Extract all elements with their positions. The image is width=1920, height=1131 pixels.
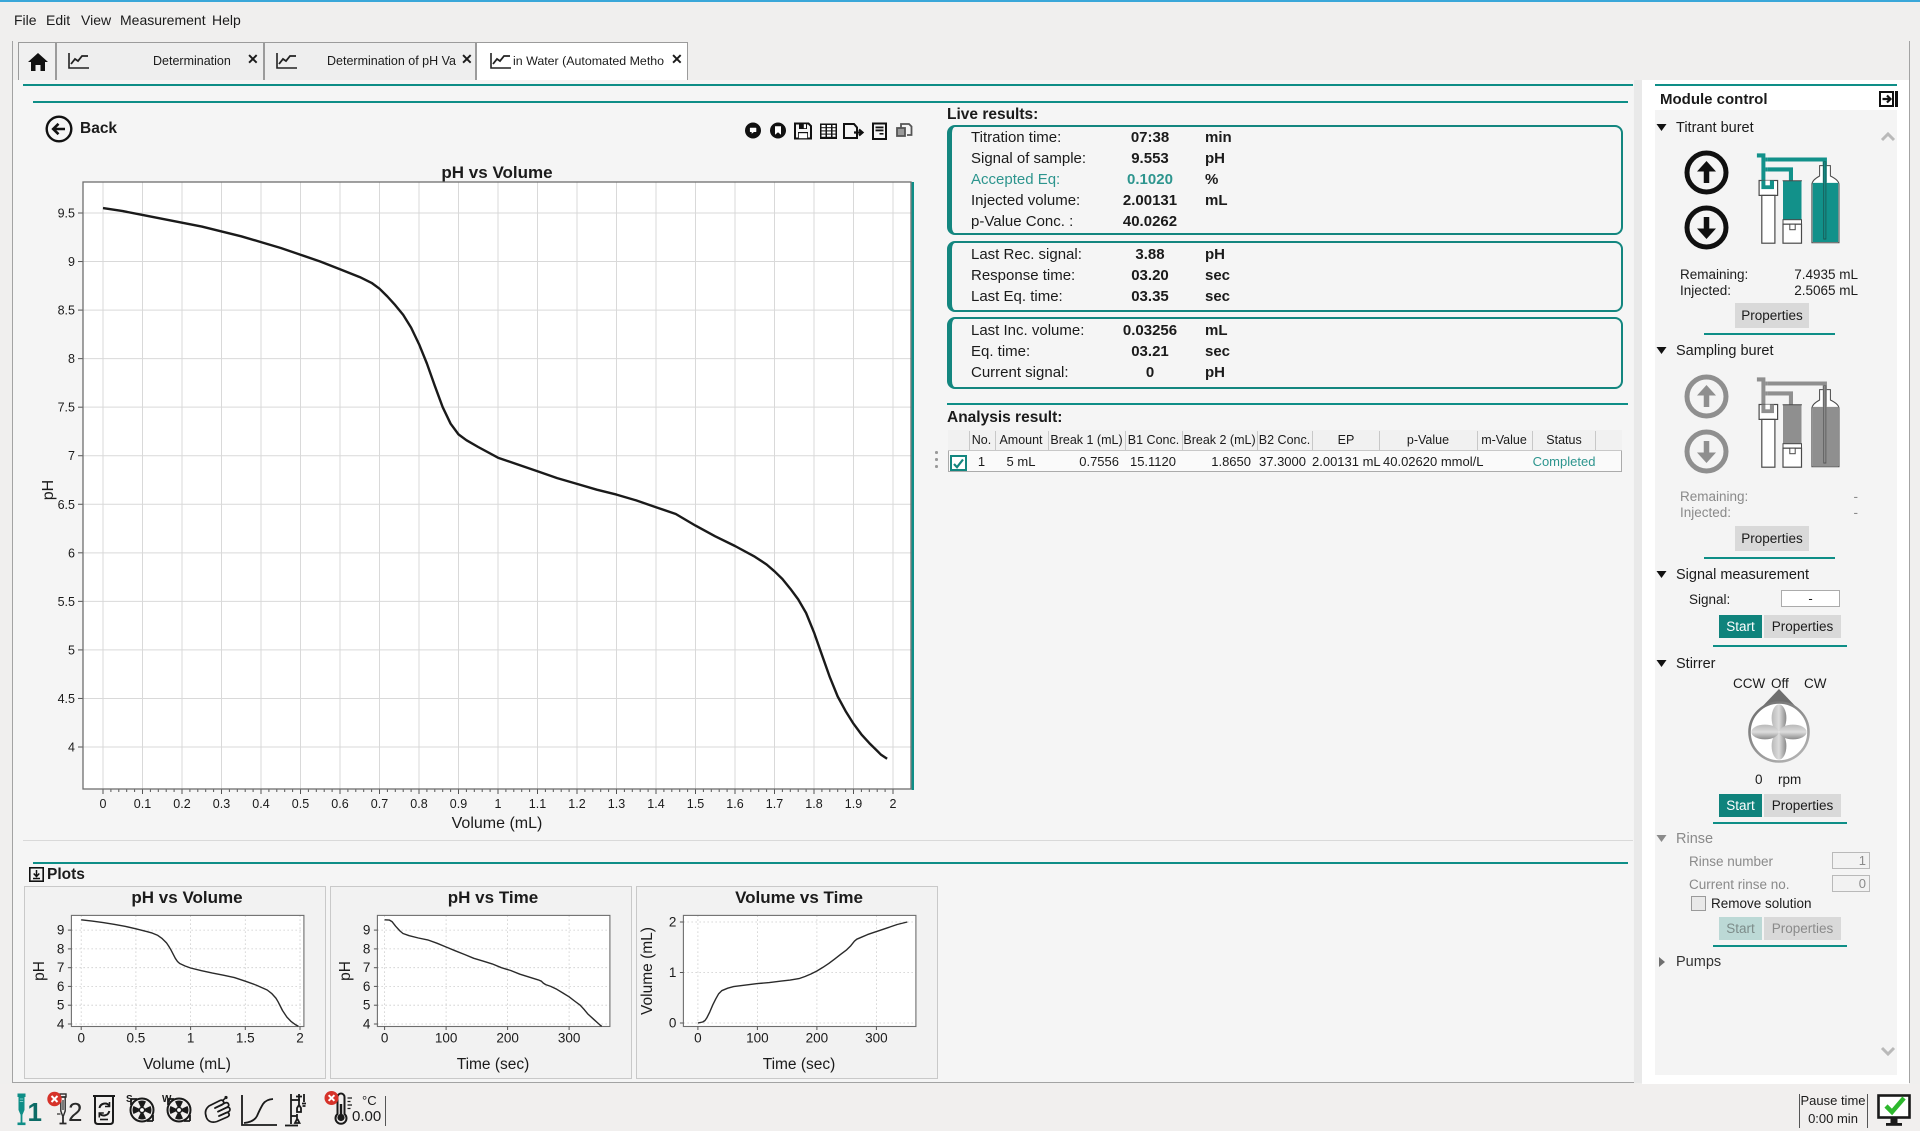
svg-text:4: 4: [68, 741, 75, 755]
svg-text:pH vs Volume: pH vs Volume: [131, 888, 242, 907]
svg-text:0.2: 0.2: [173, 797, 190, 811]
svg-text:7.5: 7.5: [58, 401, 75, 415]
svg-text:1.5: 1.5: [687, 797, 704, 811]
svg-text:9.5: 9.5: [58, 207, 75, 221]
svg-text:0.6: 0.6: [331, 797, 348, 811]
svg-text:1.6: 1.6: [726, 797, 743, 811]
svg-text:100: 100: [746, 1031, 769, 1046]
svg-text:300: 300: [865, 1031, 888, 1046]
svg-text:pH vs Time: pH vs Time: [448, 888, 538, 907]
svg-text:2: 2: [890, 797, 897, 811]
svg-text:1: 1: [187, 1031, 195, 1046]
svg-text:1.9: 1.9: [845, 797, 862, 811]
svg-text:0.3: 0.3: [213, 797, 230, 811]
svg-text:0: 0: [669, 1016, 677, 1031]
svg-text:7: 7: [68, 449, 75, 463]
svg-text:7: 7: [363, 960, 371, 975]
svg-text:8: 8: [363, 941, 371, 956]
svg-text:0.4: 0.4: [252, 797, 269, 811]
svg-text:1.8: 1.8: [805, 797, 822, 811]
svg-text:200: 200: [806, 1031, 829, 1046]
svg-text:1.2: 1.2: [568, 797, 585, 811]
svg-text:200: 200: [496, 1031, 519, 1046]
svg-text:9: 9: [363, 923, 371, 938]
svg-text:4.5: 4.5: [58, 692, 75, 706]
svg-text:0: 0: [381, 1031, 389, 1046]
svg-text:6: 6: [57, 979, 65, 994]
svg-text:5.5: 5.5: [58, 595, 75, 609]
svg-text:5: 5: [363, 998, 371, 1013]
svg-text:6: 6: [68, 546, 75, 560]
svg-text:Time (sec): Time (sec): [763, 1056, 836, 1073]
svg-text:pH: pH: [337, 961, 354, 981]
svg-text:Volume (mL): Volume (mL): [639, 927, 656, 1015]
svg-text:0.5: 0.5: [292, 797, 309, 811]
svg-text:6: 6: [363, 979, 371, 994]
svg-text:5: 5: [68, 643, 75, 657]
svg-text:0.7: 0.7: [371, 797, 388, 811]
svg-text:0.5: 0.5: [127, 1031, 146, 1046]
svg-text:1: 1: [669, 965, 677, 980]
svg-text:100: 100: [435, 1031, 458, 1046]
svg-text:9: 9: [68, 255, 75, 269]
svg-text:1: 1: [28, 1097, 42, 1127]
svg-text:1.3: 1.3: [608, 797, 625, 811]
svg-text:Volume vs Time: Volume vs Time: [735, 888, 863, 907]
svg-text:4: 4: [363, 1017, 371, 1032]
svg-text:pH: pH: [31, 961, 48, 981]
svg-text:1: 1: [495, 797, 502, 811]
svg-text:6.5: 6.5: [58, 498, 75, 512]
svg-text:7: 7: [57, 960, 65, 975]
svg-text:0.9: 0.9: [450, 797, 467, 811]
svg-text:8: 8: [57, 941, 65, 956]
svg-text:Volume (mL): Volume (mL): [143, 1056, 231, 1073]
svg-text:1.7: 1.7: [766, 797, 783, 811]
svg-text:Time (sec): Time (sec): [457, 1056, 530, 1073]
svg-text:2: 2: [669, 915, 677, 930]
svg-text:Volume (mL): Volume (mL): [452, 815, 543, 832]
svg-text:0: 0: [77, 1031, 85, 1046]
svg-text:2: 2: [68, 1097, 82, 1127]
svg-text:1.5: 1.5: [236, 1031, 255, 1046]
svg-text:8: 8: [68, 352, 75, 366]
svg-text:8.5: 8.5: [58, 304, 75, 318]
svg-text:4: 4: [57, 1017, 65, 1032]
svg-text:2: 2: [296, 1031, 304, 1046]
svg-text:0: 0: [694, 1031, 702, 1046]
svg-text:5: 5: [57, 998, 65, 1013]
svg-text:pH: pH: [40, 480, 57, 500]
svg-text:0: 0: [100, 797, 107, 811]
svg-text:300: 300: [558, 1031, 581, 1046]
svg-text:0.1: 0.1: [134, 797, 151, 811]
svg-text:9: 9: [57, 923, 65, 938]
svg-text:1.1: 1.1: [529, 797, 546, 811]
svg-text:0.8: 0.8: [410, 797, 427, 811]
svg-text:1.4: 1.4: [647, 797, 664, 811]
